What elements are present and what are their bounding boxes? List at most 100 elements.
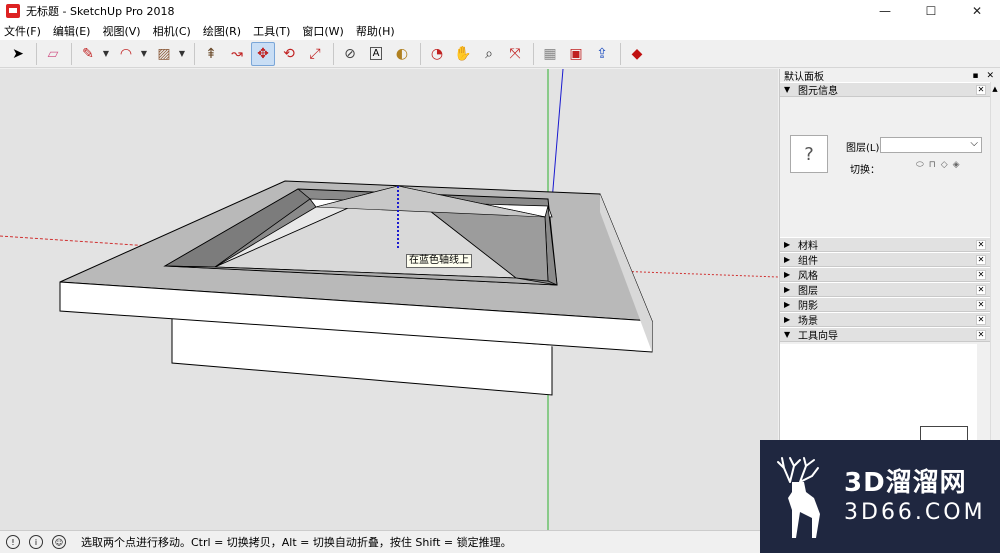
section-close-icon[interactable]: ✕ (976, 84, 986, 95)
orbit-icon: ◔ (430, 45, 444, 62)
toolbar-separator (71, 42, 72, 65)
scale-tool-button[interactable]: ⤢ (303, 42, 327, 66)
toolbar-separator (36, 42, 37, 65)
menu-draw[interactable]: 绘图(R) (203, 23, 247, 39)
section-layers[interactable]: ▶ 图层 ✕ (780, 282, 990, 297)
menu-file[interactable]: 文件(F) (4, 23, 47, 39)
arc-icon: ◠ (119, 45, 133, 62)
sketchup-logo-icon (6, 4, 20, 18)
entity-info-body: ? 图层(L): 切换： ⬭ ⊓ ◇ ◈ (780, 97, 990, 237)
window-controls: — ☐ ✕ (862, 0, 1000, 22)
text-tool-button[interactable]: A (364, 42, 388, 66)
pencil-icon: ✎ (82, 45, 94, 62)
entity-thumbnail: ? (790, 135, 828, 173)
menu-edit[interactable]: 编辑(E) (53, 23, 97, 39)
push-pull-tool-button[interactable]: ⇞ (199, 42, 223, 66)
watermark-banner: 3D溜溜网 3D66.COM (760, 440, 1000, 553)
section-close-icon[interactable]: ✕ (976, 239, 986, 250)
scale-icon: ⤢ (309, 45, 321, 62)
arc-tool-button[interactable]: ◠ (114, 42, 138, 66)
section-close-icon[interactable]: ✕ (976, 299, 986, 310)
toolbar-separator (333, 42, 334, 65)
section-close-icon[interactable]: ✕ (976, 284, 986, 295)
layer-select[interactable] (880, 137, 982, 153)
pan-icon: ✋ (454, 45, 472, 62)
section-instructor[interactable]: ▼ 工具向导 ✕ (780, 327, 990, 342)
move-icon: ✥ (257, 45, 269, 62)
watermark-domain: 3D66.COM (844, 499, 986, 525)
main-toolbar: ➤ ▱ ✎ ▼ ◠ ▼ ▨ ▼ ⇞ ↝ ✥ ⟲ ⤢ ⊘ A ◐ ◔ ✋ ⌕ ⤧ … (0, 40, 1000, 68)
receive-shadows-icon[interactable]: ◇ (941, 160, 948, 170)
section-components[interactable]: ▶ 组件 ✕ (780, 252, 990, 267)
menu-view[interactable]: 视图(V) (102, 23, 146, 39)
user-account-icon[interactable]: ☺ (52, 535, 66, 549)
hidden-toggle-icon[interactable]: ⬭ (916, 160, 924, 170)
ruby-console-button[interactable]: ◆ (625, 42, 649, 66)
pin-icon[interactable]: ▪ (972, 71, 978, 81)
maximize-button[interactable]: ☐ (908, 0, 954, 22)
select-tool-button[interactable]: ➤ (6, 42, 30, 66)
collapse-triangle-icon: ▼ (784, 330, 791, 339)
minimize-button[interactable]: — (862, 0, 908, 22)
credits-icon[interactable]: i (29, 535, 43, 549)
rotate-icon: ⟲ (283, 45, 295, 62)
scroll-up-icon[interactable]: ▲ (991, 85, 999, 97)
tape-measure-icon: ⊘ (344, 45, 356, 62)
extension-warehouse-button[interactable]: ▣ (564, 42, 588, 66)
toggle-icons: ⬭ ⊓ ◇ ◈ (916, 160, 960, 170)
section-close-icon[interactable]: ✕ (976, 329, 986, 340)
rectangle-icon: ▨ (157, 45, 171, 62)
arc-dropdown-icon[interactable]: ▼ (140, 42, 148, 66)
toolbar-separator (420, 42, 421, 65)
section-title: 图层 (798, 286, 818, 297)
zoom-tool-button[interactable]: ⌕ (477, 42, 501, 66)
pan-tool-button[interactable]: ✋ (451, 42, 475, 66)
menu-window[interactable]: 窗口(W) (302, 23, 349, 39)
section-scenes[interactable]: ▶ 场景 ✕ (780, 312, 990, 327)
section-close-icon[interactable]: ✕ (976, 254, 986, 265)
layer-label: 图层(L): (846, 143, 883, 154)
section-close-icon[interactable]: ✕ (976, 314, 986, 325)
model-canvas[interactable] (0, 69, 778, 530)
lock-toggle-icon[interactable]: ⊓ (929, 160, 936, 170)
pencil-dropdown-icon[interactable]: ▼ (102, 42, 110, 66)
paint-bucket-icon: ◐ (395, 45, 409, 62)
cast-shadows-icon[interactable]: ◈ (953, 160, 960, 170)
panel-header: 默认面板 ▪ ✕ (780, 69, 1000, 84)
close-button[interactable]: ✕ (954, 0, 1000, 22)
tape-measure-tool-button[interactable]: ⊘ (338, 42, 362, 66)
ruby-icon: ◆ (631, 45, 643, 62)
expand-triangle-icon: ▶ (784, 300, 791, 309)
section-shadows[interactable]: ▶ 阴影 ✕ (780, 297, 990, 312)
menu-tools[interactable]: 工具(T) (253, 23, 296, 39)
section-styles[interactable]: ▶ 风格 ✕ (780, 267, 990, 282)
section-title: 风格 (798, 271, 818, 282)
move-tool-button[interactable]: ✥ (251, 41, 275, 66)
menu-help[interactable]: 帮助(H) (356, 23, 401, 39)
expand-triangle-icon: ▶ (784, 315, 791, 324)
toggle-label: 切换： (850, 165, 880, 176)
rectangle-dropdown-icon[interactable]: ▼ (178, 42, 186, 66)
share-model-button[interactable]: ⇪ (590, 42, 614, 66)
section-close-icon[interactable]: ✕ (976, 269, 986, 280)
section-materials[interactable]: ▶ 材料 ✕ (780, 237, 990, 252)
eraser-icon: ▱ (47, 45, 59, 62)
menu-camera[interactable]: 相机(C) (153, 23, 197, 39)
geo-location-icon[interactable]: ! (6, 535, 20, 549)
section-entity-info[interactable]: ▼ 图元信息 ✕ (780, 82, 990, 97)
watermark-brand: 3D溜溜网 (844, 467, 967, 498)
follow-me-tool-button[interactable]: ↝ (225, 42, 249, 66)
pencil-tool-button[interactable]: ✎ (76, 42, 100, 66)
drawing-viewport[interactable]: 在蓝色轴线上 (0, 69, 778, 530)
rectangle-tool-button[interactable]: ▨ (152, 42, 176, 66)
rotate-tool-button[interactable]: ⟲ (277, 42, 301, 66)
section-title: 图元信息 (798, 86, 838, 97)
select-icon: ➤ (12, 45, 24, 62)
orbit-tool-button[interactable]: ◔ (425, 42, 449, 66)
panel-close-icon[interactable]: ✕ (986, 71, 994, 81)
paint-bucket-tool-button[interactable]: ◐ (390, 42, 414, 66)
zoom-extents-tool-button[interactable]: ⤧ (503, 42, 527, 66)
warehouse-button[interactable]: ▦ (538, 42, 562, 66)
expand-triangle-icon: ▶ (784, 270, 791, 279)
eraser-tool-button[interactable]: ▱ (41, 42, 65, 66)
